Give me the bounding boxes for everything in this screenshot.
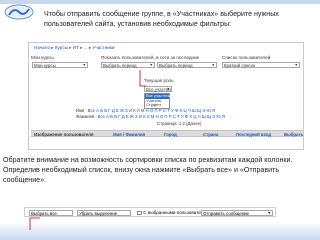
chevron-down-icon: ▼ <box>211 63 215 67</box>
chevron-down-icon: ▼ <box>294 63 298 67</box>
chevron-down-icon: ▼ <box>166 87 170 91</box>
deselect-all-button[interactable]: Убрать выделение <box>77 210 131 216</box>
courses-select[interactable]: Мои курсы ▼ <box>32 62 88 68</box>
current-role-label: Текущая роль <box>144 78 174 83</box>
courses-hint: Мои курсы <box>31 55 54 60</box>
inactive-period-select[interactable]: Выбрать период ▼ <box>101 62 155 68</box>
bulk-action-bar: Выбрать все Убрать выделение С выбранным… <box>24 207 276 217</box>
column-header-city[interactable]: Город <box>164 132 177 137</box>
checkbox-icon[interactable] <box>137 210 142 215</box>
bottom-gradient <box>0 222 320 240</box>
column-header-select[interactable]: Выбрать <box>284 132 303 137</box>
chevron-down-icon: ▼ <box>149 63 153 67</box>
surname-filter-label: Фамилия <box>76 114 95 119</box>
role-dropdown-list: Все участники Учитель Студент <box>144 93 173 109</box>
course-period-value: Выбрать период <box>159 63 193 68</box>
top-decoration-bar <box>0 0 320 4</box>
participants-screenshot: Начало ▸ Курсы ▸ ИТ ▸ ... ▸ Участники Мо… <box>28 42 304 150</box>
name-letter-links[interactable]: Все А Б В Г Д Е Ж З И К Л М Н О П Р С Т … <box>88 108 216 113</box>
bulk-action-value: Отправить сообщение <box>203 211 249 216</box>
user-list-hint: Список пользователей <box>222 55 271 60</box>
instruction-caption: Обратите внимание на возможность сортиро… <box>3 156 293 184</box>
surname-letter-filter: Фамилия Все А Б В Г Д Е Ж З И К Л М Н О … <box>76 114 225 119</box>
courses-select-value: Мои курсы <box>34 63 56 68</box>
inactive-hint: Показать пользователей, в сети за послед… <box>101 55 200 60</box>
surname-letter-links[interactable]: Все А Б В Г Д Е Ж З И К Л М Н О П Р С Т … <box>97 114 225 119</box>
column-header-name[interactable]: Имя / Фамилия <box>113 132 145 137</box>
intro-text: Чтобы отправить сообщение группе, в «Уча… <box>44 10 279 28</box>
deselect-all-label: Убрать выделение <box>79 211 118 216</box>
pagination[interactable]: Страница: 1 2 (Далее) <box>157 121 201 126</box>
name-filter-label: Имя <box>76 108 85 113</box>
role-select[interactable]: Все участни ▼ <box>144 86 172 92</box>
name-letter-filter: Имя Все А Б В Г Д Е Ж З И К Л М Н О П Р … <box>76 108 215 113</box>
role-option-student[interactable]: Студент <box>145 102 169 108</box>
bulk-action-select[interactable]: Отправить сообщение ▼ <box>201 210 273 216</box>
chevron-down-icon: ▼ <box>82 63 86 67</box>
inactive-period-value: Выбрать период <box>103 63 137 68</box>
user-list-select[interactable]: Краткий список ▼ <box>222 62 300 68</box>
chevron-down-icon: ▼ <box>267 211 271 215</box>
select-all-label: Выбрать все <box>31 211 57 216</box>
user-list-value: Краткий список <box>224 63 256 68</box>
column-header-country[interactable]: Страна <box>203 132 218 137</box>
logo-icon <box>4 4 34 20</box>
select-all-button[interactable]: Выбрать все <box>29 210 73 216</box>
column-header-picture: Изображение пользователя <box>34 132 94 137</box>
column-header-last-access[interactable]: Последний вход <box>236 132 271 137</box>
course-period-select[interactable]: Выбрать период ▼ <box>157 62 217 68</box>
table-header: Изображение пользователя Имя / Фамилия Г… <box>31 130 303 137</box>
breadcrumb[interactable]: Начало ▸ Курсы ▸ ИТ ▸ ... ▸ Участники <box>34 45 114 51</box>
